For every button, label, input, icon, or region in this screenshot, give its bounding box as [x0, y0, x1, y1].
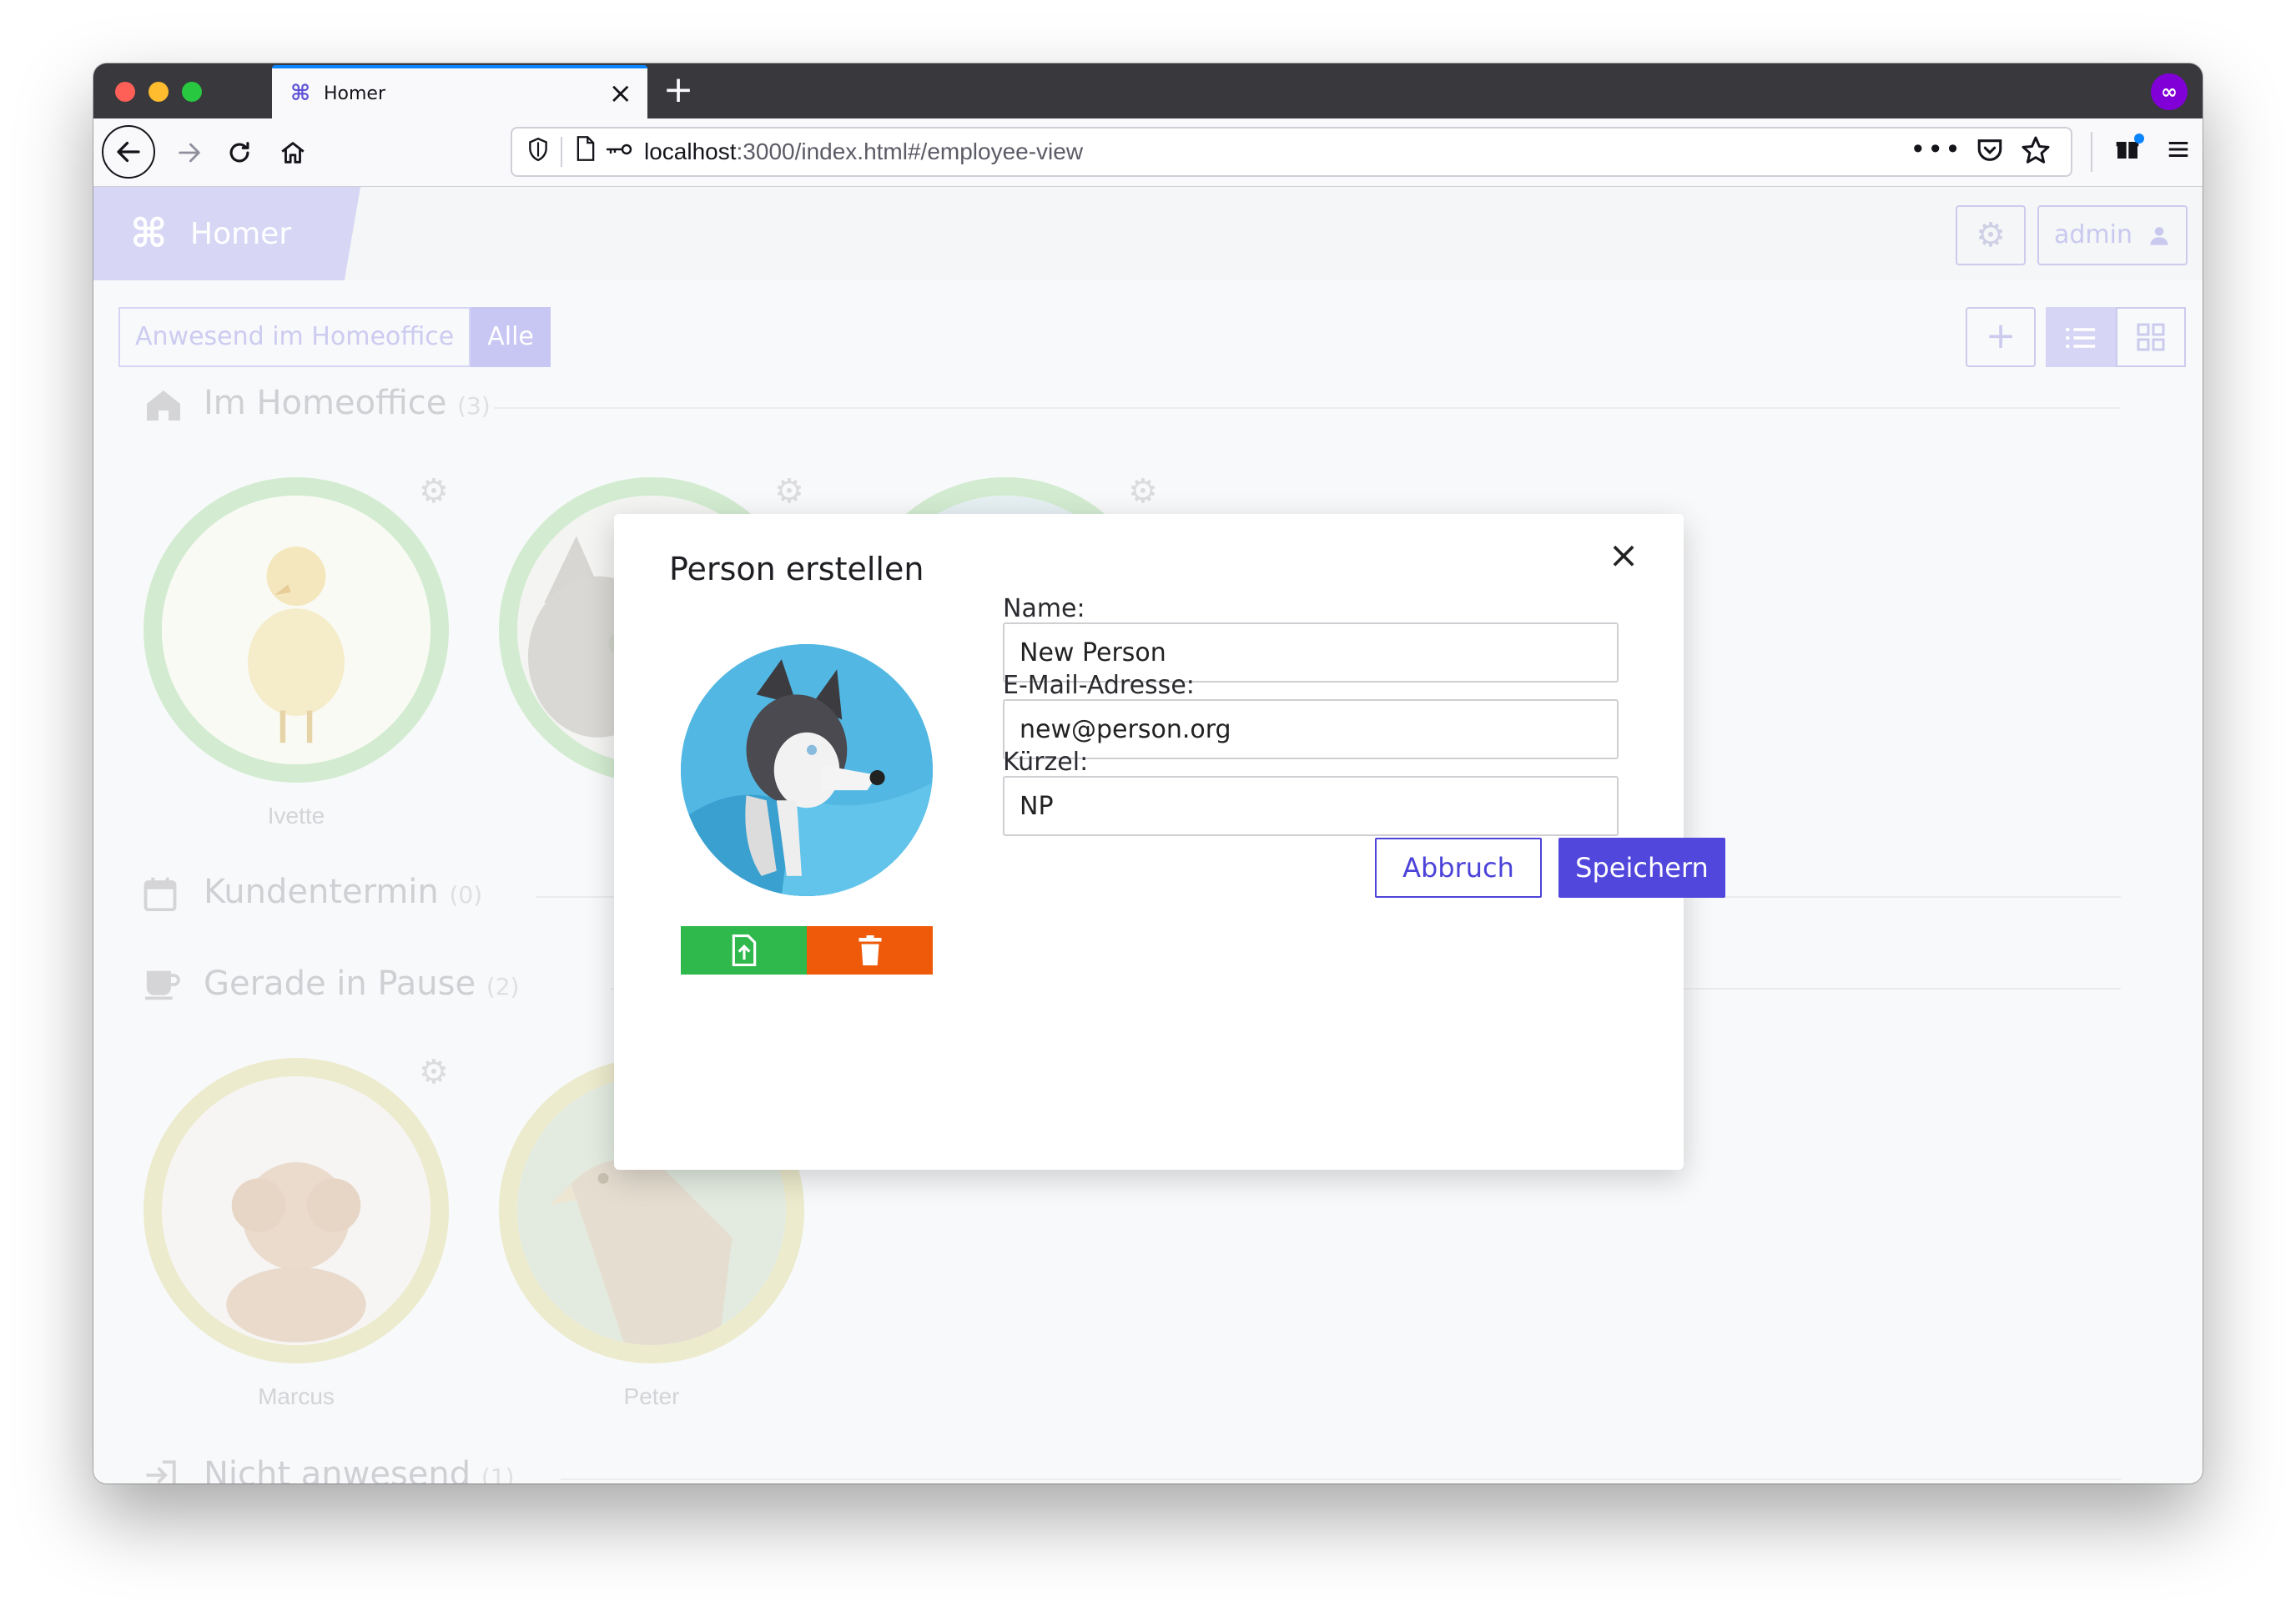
brand-name: Homer — [190, 217, 292, 251]
list-view-icon[interactable] — [2046, 307, 2116, 367]
tab-title: Homer — [324, 83, 386, 104]
photo-actions — [681, 926, 933, 975]
signin-icon — [144, 1458, 179, 1484]
short-field[interactable] — [1003, 776, 1619, 836]
user-icon — [2147, 207, 2171, 268]
maximize-window-button[interactable] — [182, 82, 202, 102]
homer-favicon-icon: ⌘ — [290, 81, 311, 106]
section-absent: Nicht anwesend (1) — [144, 1453, 2146, 1484]
grid-view-icon[interactable] — [2116, 307, 2186, 367]
url-bar[interactable]: localhost:3000/index.html#/employee-view… — [511, 127, 2072, 177]
email-label: E-Mail-Adresse: — [1003, 671, 1195, 700]
navigation-bar: localhost:3000/index.html#/employee-view… — [93, 118, 2203, 187]
tab-close-icon[interactable]: × — [609, 77, 633, 110]
create-person-dialog: Person erstellen × Name: New Person E-Ma… — [614, 514, 1725, 1170]
employee-name: Marcus — [258, 1383, 335, 1409]
home-icon — [144, 387, 184, 429]
browser-window: ⌘ Homer × + ∞ localhost:3000/index.html#… — [93, 63, 2203, 1484]
pocket-icon[interactable] — [1976, 137, 2004, 170]
dialog-title: Person erstellen — [669, 551, 924, 587]
homer-logo-icon: ⌘ — [130, 210, 168, 257]
hamburger-menu-icon[interactable] — [2166, 133, 2191, 169]
email-field[interactable] — [1003, 699, 1619, 759]
toolbar-separator — [2091, 132, 2092, 172]
duckling-photo — [162, 496, 430, 764]
employee-settings-gear-icon[interactable]: ⚙ — [774, 472, 804, 511]
save-button[interactable]: Speichern — [1558, 838, 1725, 898]
coffee-icon — [144, 968, 180, 1010]
employee-card[interactable]: ⚙ Marcus — [144, 1053, 461, 1425]
close-window-button[interactable] — [115, 82, 135, 102]
short-label: Kürzel: — [1003, 748, 1089, 777]
tab-strip: ⌘ Homer × + ∞ — [93, 63, 2203, 118]
app-header: ⌘ Homer ⚙ admin — [93, 187, 2203, 280]
close-icon[interactable]: × — [1604, 536, 1644, 576]
poodle-photo — [162, 1076, 430, 1345]
app-content: ⌘ Homer ⚙ admin Anwesend im Homeoffice A… — [93, 187, 2203, 1484]
key-icon[interactable] — [604, 137, 634, 168]
employee-name: Peter — [623, 1383, 680, 1409]
admin-label: admin — [2054, 220, 2132, 249]
employee-settings-gear-icon[interactable]: ⚙ — [419, 1053, 449, 1091]
url-text[interactable]: localhost:3000/index.html#/employee-view — [644, 139, 1083, 165]
filter-homeoffice-button[interactable]: Anwesend im Homeoffice — [118, 307, 471, 367]
url-divider — [561, 137, 562, 167]
section-divider — [494, 407, 2121, 409]
brand-area[interactable]: ⌘ Homer — [93, 187, 360, 280]
section-title: Gerade in Pause (2) — [204, 965, 520, 1003]
employee-card[interactable]: ⚙ Ivette — [144, 472, 461, 844]
person-photo — [681, 644, 933, 896]
upload-photo-button[interactable] — [681, 926, 807, 975]
filter-all-button[interactable]: Alle — [471, 307, 551, 367]
new-tab-button[interactable]: + — [657, 70, 699, 112]
avatar — [144, 1058, 449, 1363]
employee-settings-gear-icon[interactable]: ⚙ — [419, 472, 449, 511]
reload-icon[interactable] — [215, 128, 264, 177]
notification-dot — [2134, 133, 2144, 144]
calendar-icon — [144, 876, 177, 919]
tracking-shield-icon[interactable] — [527, 137, 549, 169]
browser-tab[interactable]: ⌘ Homer × — [272, 65, 647, 118]
presence-filter-group: Anwesend im Homeoffice Alle — [118, 307, 551, 367]
view-toggle-group — [2046, 307, 2186, 367]
page-icon[interactable] — [574, 135, 597, 169]
section-homeoffice: Im Homeoffice (3) — [144, 382, 2146, 432]
private-browsing-icon: ∞ — [2151, 73, 2188, 110]
name-label: Name: — [1003, 594, 1085, 623]
employee-settings-gear-icon[interactable]: ⚙ — [1128, 472, 1158, 511]
delete-photo-button[interactable] — [807, 926, 933, 975]
settings-gear-button[interactable]: ⚙ — [1956, 205, 2026, 265]
page-actions-icon[interactable]: ••• — [1910, 133, 1962, 165]
bookmark-star-icon[interactable] — [2021, 135, 2051, 173]
minimize-window-button[interactable] — [149, 82, 169, 102]
home-icon[interactable] — [269, 128, 317, 177]
section-title: Nicht anwesend (1) — [204, 1455, 515, 1484]
cancel-button[interactable]: Abbruch — [1375, 838, 1542, 898]
add-person-button[interactable]: + — [1966, 307, 2036, 367]
section-divider — [561, 1479, 2121, 1480]
trash-icon — [858, 935, 881, 965]
avatar — [144, 477, 449, 783]
husky-photo — [681, 644, 933, 896]
employee-name: Ivette — [267, 803, 325, 829]
file-upload-icon — [732, 934, 756, 966]
forward-arrow-icon[interactable] — [165, 128, 214, 177]
section-title: Im Homeoffice (3) — [204, 384, 491, 422]
admin-user-button[interactable]: admin — [2037, 205, 2188, 265]
back-arrow-icon[interactable] — [102, 125, 155, 179]
section-title: Kundentermin (0) — [204, 873, 483, 911]
